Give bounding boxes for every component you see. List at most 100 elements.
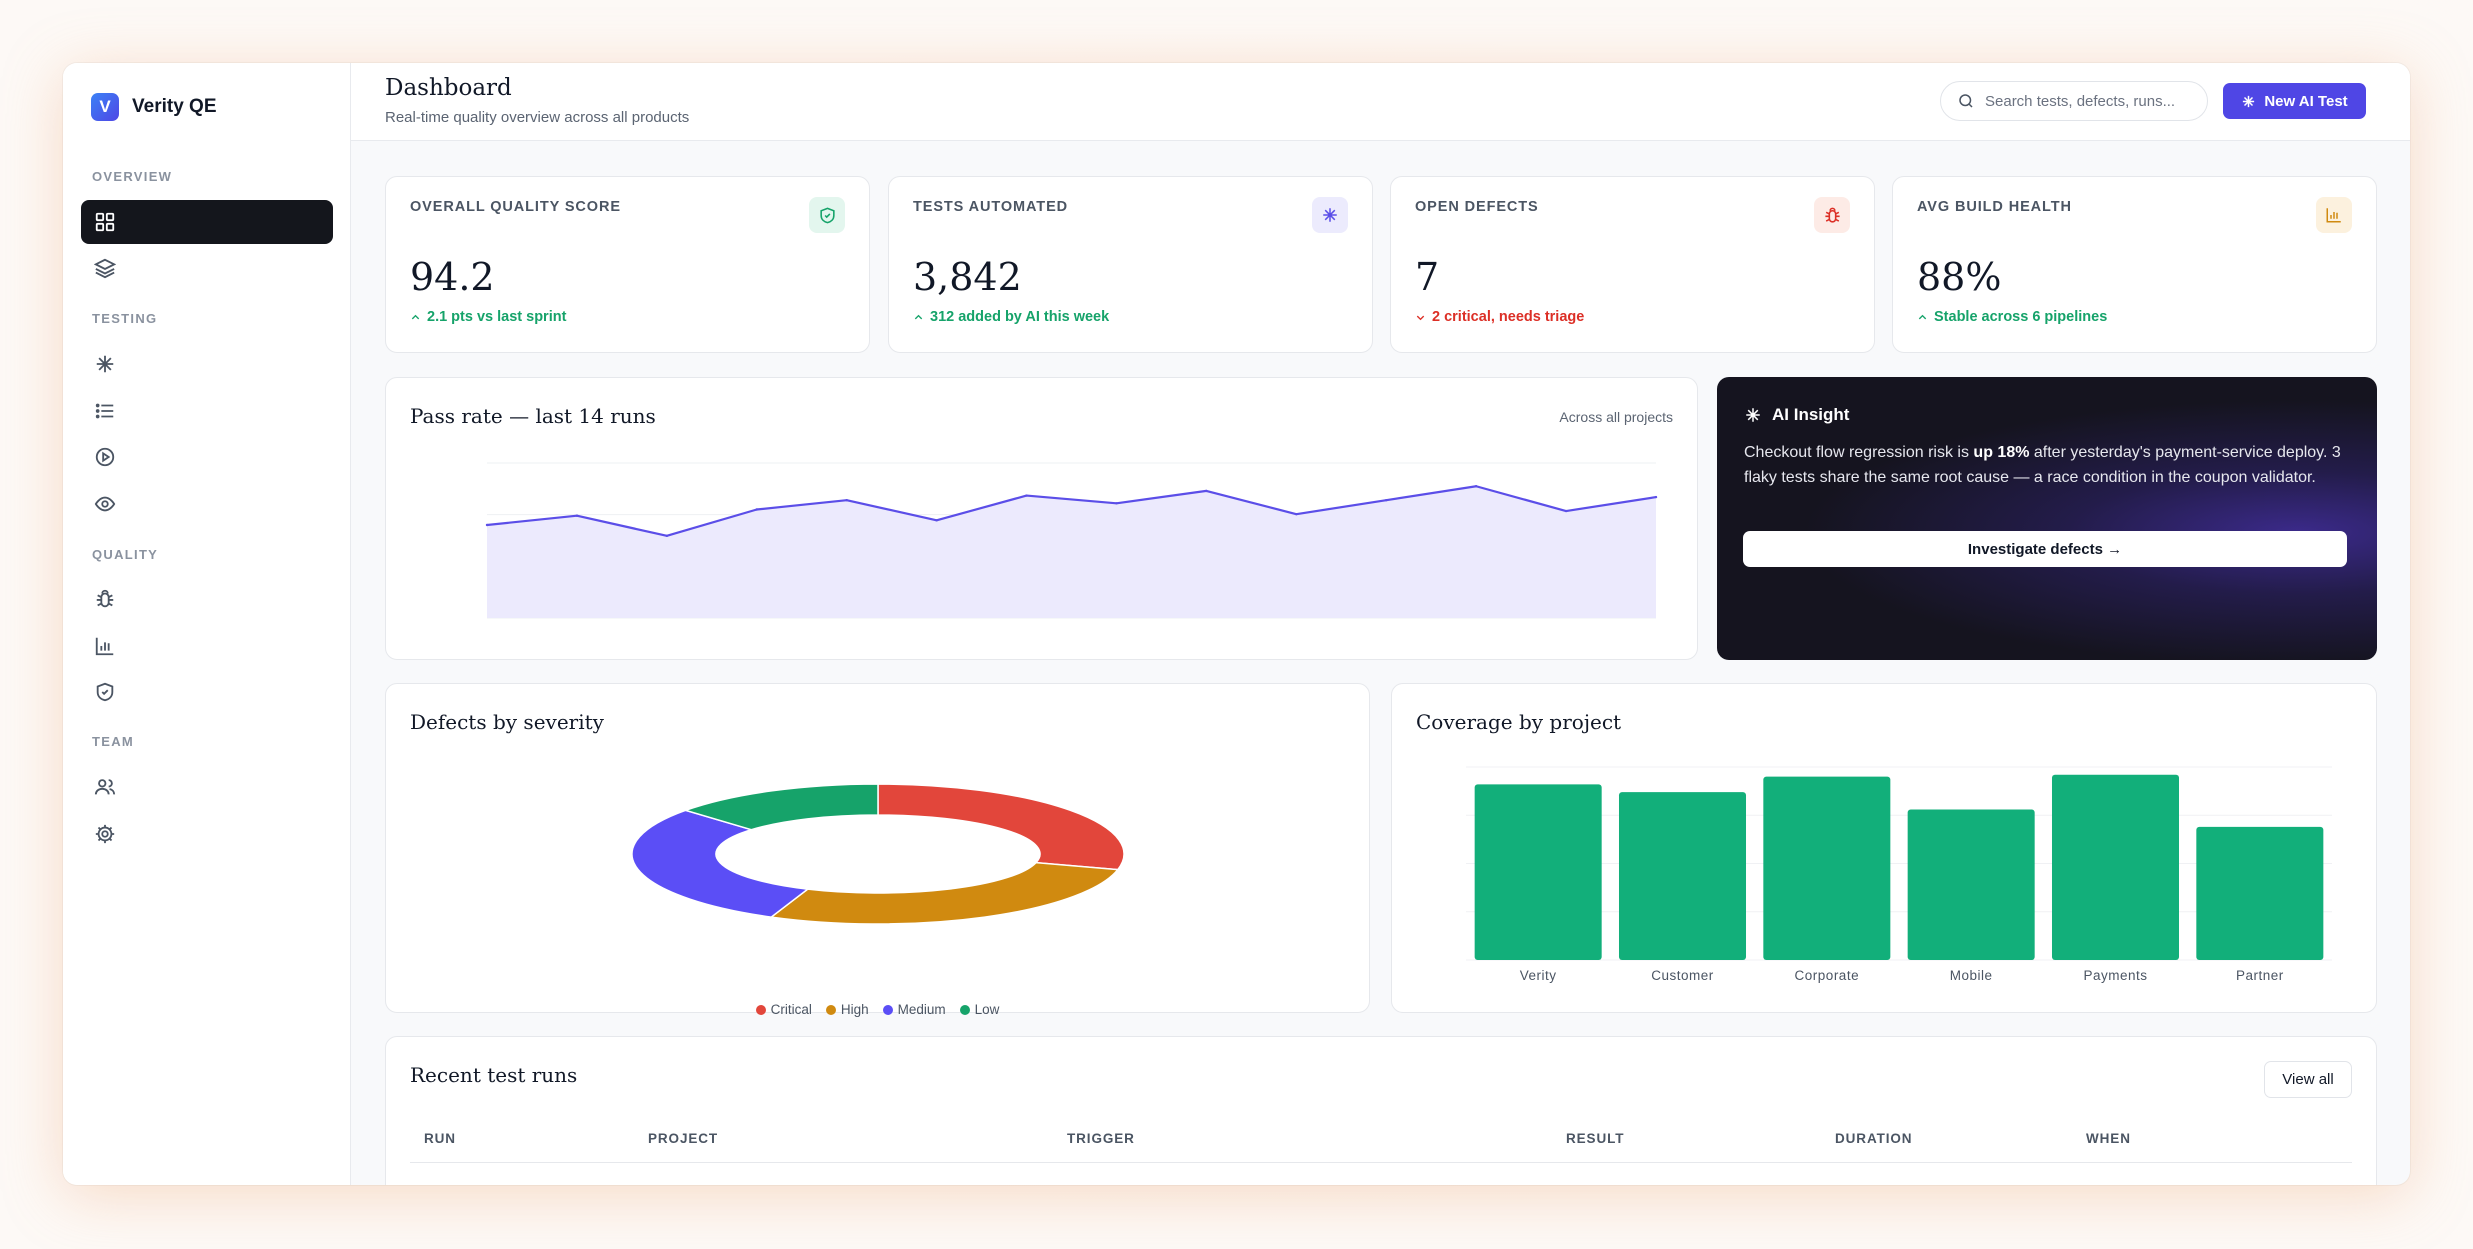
kpi-value: 94.2 [410, 255, 495, 299]
donut-slice-high [769, 861, 1120, 925]
sidebar-item-test-runs[interactable] [81, 435, 333, 479]
defects-donut-chart [631, 783, 1125, 925]
search-input[interactable] [1985, 92, 2195, 110]
kpi-delta-text: 312 added by AI this week [930, 309, 1110, 325]
ai-insight-header: AI Insight [1744, 405, 1849, 425]
sidebar-item-reports[interactable] [81, 624, 333, 668]
column-header-project[interactable]: PROJECT [648, 1131, 718, 1146]
kpi-card-build-health[interactable]: AVG BUILD HEALTH 88% Stable across 6 pip… [1892, 176, 2377, 353]
data-point [1654, 495, 1658, 499]
layers-icon [94, 258, 116, 279]
sparkle-icon [96, 355, 114, 373]
data-point [1205, 489, 1208, 493]
grid-icon [95, 212, 115, 232]
legend-label: High [840, 1002, 869, 1017]
kpi-value: 88% [1917, 255, 2002, 299]
shield-check-icon [96, 682, 114, 702]
play-circle-icon [95, 447, 115, 467]
eye-icon [94, 496, 116, 512]
new-ai-test-button[interactable]: New AI Test [2223, 83, 2366, 119]
main-content: Dashboard Real-time quality overview acr… [351, 63, 2410, 1185]
kpi-card-open-defects[interactable]: OPEN DEFECTS 7 2 critical, needs triage [1390, 176, 1875, 353]
column-header-trigger[interactable]: TRIGGER [1067, 1131, 1135, 1146]
sidebar-item-defects[interactable] [81, 577, 333, 621]
investigate-defects-button[interactable]: Investigate defects → [1743, 531, 2347, 567]
legend-item-high[interactable]: High [825, 1002, 869, 1017]
defects-card: Defects by severity Critical High Medium Lo… [385, 683, 1370, 1017]
sidebar-item-dashboard[interactable] [81, 200, 333, 244]
kpi-delta-text: 2.1 pts vs last sprint [427, 309, 567, 325]
kpi-delta: 2.1 pts vs last sprint [410, 309, 566, 325]
legend-item-medium[interactable]: Medium [882, 1002, 946, 1017]
legend-item-critical[interactable]: Critical [755, 1002, 812, 1017]
kpi-label: OPEN DEFECTS [1415, 199, 1539, 215]
gear-icon [95, 824, 115, 844]
sidebar-item-monitoring[interactable] [81, 482, 333, 526]
app-window: V Verity QE OVERVIEW TESTING QUALITY TEA… [63, 63, 2410, 1185]
tick-label: Payments [2083, 968, 2147, 983]
section-label-testing: TESTING [92, 311, 158, 326]
ai-insight-card: AI Insight Checkout flow regression risk… [1717, 377, 2377, 660]
tick-label: Customer [1651, 968, 1714, 983]
search-box[interactable] [1940, 81, 2208, 121]
data-point [935, 519, 938, 522]
users-icon [94, 779, 116, 795]
ai-insight-highlight: up 18% [1973, 444, 2030, 461]
brand-logo: V [91, 93, 119, 121]
sparkle-icon [2243, 95, 2255, 107]
sidebar-item-settings[interactable] [81, 812, 333, 856]
kpi-label: AVG BUILD HEALTH [1917, 199, 2072, 215]
kpi-icon-box [809, 197, 845, 233]
sidebar: V Verity QE OVERVIEW TESTING QUALITY TEA… [63, 63, 351, 1185]
legend-label: Critical [770, 1002, 812, 1017]
page-subtitle: Real-time quality overview across all pr… [385, 109, 690, 126]
sidebar-item-members[interactable] [81, 765, 333, 809]
tick-label: Corporate [1795, 968, 1860, 983]
pass-rate-card: Pass rate — last 14 runs Across all proj… [385, 377, 1698, 660]
legend-swatch [959, 1004, 970, 1015]
column-header-run[interactable]: RUN [424, 1131, 456, 1146]
kpi-delta: 2 critical, needs triage [1415, 309, 1584, 325]
section-label-team: TEAM [92, 734, 135, 749]
bar-corporate [1763, 776, 1891, 960]
column-header-result[interactable]: RESULT [1566, 1131, 1624, 1146]
bar-payments [2051, 774, 2180, 960]
sidebar-item-compliance[interactable] [81, 670, 333, 714]
kpi-icon-box [1312, 197, 1348, 233]
sidebar-item-projects[interactable] [81, 246, 333, 290]
data-point [1564, 509, 1568, 513]
tick-label: Verity [1520, 968, 1557, 983]
kpi-icon-box [2316, 197, 2352, 233]
page-title: Dashboard [385, 75, 512, 101]
sidebar-item-test-suites[interactable] [81, 389, 333, 433]
chevron-up-icon [914, 314, 923, 319]
data-point [755, 508, 758, 511]
brand[interactable]: V Verity QE [91, 93, 217, 121]
kpi-delta-text: 2 critical, needs triage [1432, 309, 1585, 325]
table-header-divider [410, 1162, 2352, 1163]
list-icon [95, 403, 114, 419]
bar-chart-icon [2326, 208, 2341, 223]
kpi-icon-box [1814, 197, 1850, 233]
bar-verity [1474, 784, 1602, 960]
donut-slice-critical [877, 783, 1125, 871]
legend-swatch [825, 1004, 836, 1015]
kpi-label: OVERALL QUALITY SCORE [410, 199, 621, 215]
ai-insight-text-pre: Checkout flow regression risk is [1744, 444, 1974, 461]
data-point [485, 523, 489, 527]
data-point [1115, 502, 1118, 505]
data-point [665, 534, 669, 538]
legend-item-low[interactable]: Low [959, 1002, 999, 1017]
kpi-card-tests-automated[interactable]: TESTS AUTOMATED 3,842 312 added by AI th… [888, 176, 1373, 353]
topbar: Dashboard Real-time quality overview acr… [351, 63, 2410, 141]
data-point [1295, 512, 1298, 516]
brand-name: Verity QE [132, 96, 217, 117]
chevron-up-icon [1918, 314, 1927, 319]
sidebar-item-ai-tests[interactable] [81, 342, 333, 386]
kpi-delta: 312 added by AI this week [913, 309, 1109, 325]
column-header-duration[interactable]: DURATION [1835, 1131, 1912, 1146]
kpi-card-quality-score[interactable]: OVERALL QUALITY SCORE 94.2 2.1 pts vs la… [385, 176, 870, 353]
column-header-when[interactable]: WHEN [2086, 1131, 2131, 1146]
bar-mobile [1907, 809, 2035, 960]
view-all-button[interactable]: View all [2264, 1061, 2352, 1098]
